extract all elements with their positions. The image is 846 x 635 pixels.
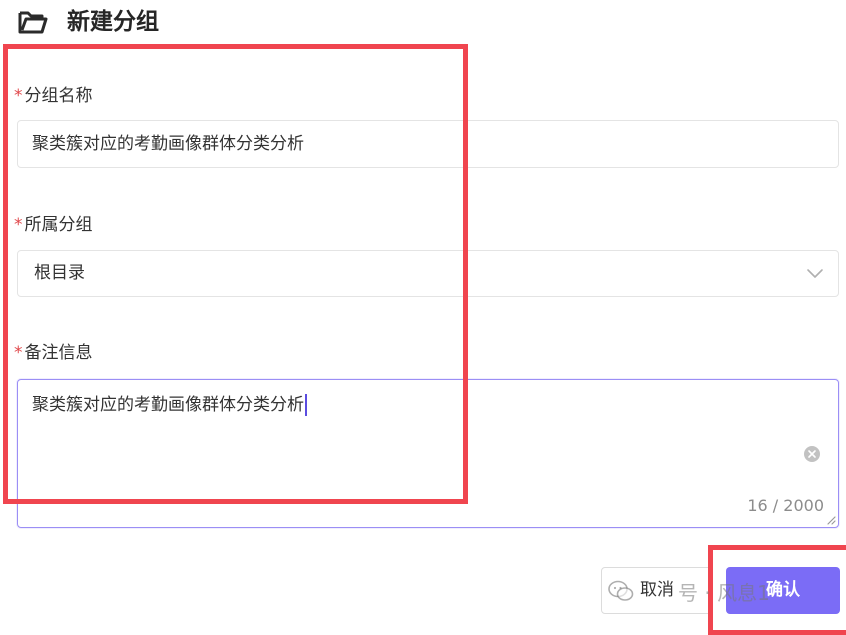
remark-textarea[interactable]: 聚类簇对应的考勤画像群体分类分析 16 / 2000 bbox=[17, 379, 839, 528]
folder-open-icon bbox=[18, 11, 48, 34]
parent-group-selected: 根目录 bbox=[34, 263, 85, 283]
parent-group-select[interactable]: 根目录 bbox=[17, 250, 839, 297]
dialog-title: 新建分组 bbox=[67, 9, 159, 35]
group-name-value: 聚类簇对应的考勤画像群体分类分析 bbox=[32, 134, 304, 154]
parent-group-label-text: 所属分组 bbox=[24, 215, 93, 235]
char-count: 16 / 2000 bbox=[747, 496, 824, 515]
required-mark: * bbox=[14, 343, 23, 363]
text-caret bbox=[305, 394, 307, 416]
remark-value: 聚类簇对应的考勤画像群体分类分析 bbox=[32, 395, 304, 415]
remark-text: 聚类簇对应的考勤画像群体分类分析 bbox=[32, 393, 307, 417]
dialog-header: 新建分组 bbox=[17, 4, 159, 40]
group-name-label: * 分组名称 bbox=[14, 85, 93, 107]
parent-group-label: * 所属分组 bbox=[14, 214, 93, 236]
confirm-button[interactable]: 确认 bbox=[726, 567, 840, 614]
required-mark: * bbox=[14, 86, 23, 106]
resize-handle-icon[interactable] bbox=[826, 515, 836, 525]
group-name-input[interactable]: 聚类簇对应的考勤画像群体分类分析 bbox=[17, 120, 839, 168]
required-mark: * bbox=[14, 215, 23, 235]
remark-label-text: 备注信息 bbox=[24, 343, 93, 363]
group-name-label-text: 分组名称 bbox=[24, 86, 93, 106]
remark-label: * 备注信息 bbox=[14, 342, 93, 364]
cancel-button[interactable]: 取消 bbox=[601, 567, 713, 614]
chevron-down-icon[interactable] bbox=[806, 266, 824, 280]
clear-icon[interactable] bbox=[803, 445, 821, 463]
